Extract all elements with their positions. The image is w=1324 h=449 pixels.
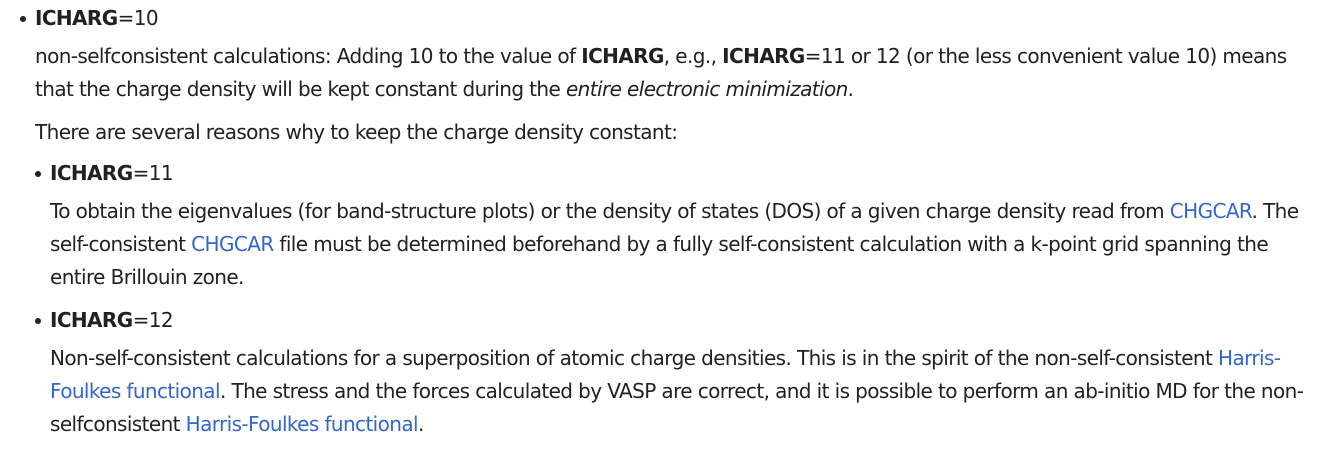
- reasons-list: ICHARG=11 To obtain the eigenvalues (for…: [35, 157, 1310, 441]
- outer-list: ICHARG=10 non-selfconsistent calculation…: [20, 2, 1310, 441]
- param-value: =12: [132, 308, 174, 332]
- param-ref: ICHARG: [581, 44, 664, 68]
- param-name: ICHARG: [50, 308, 133, 332]
- param-value: =10: [117, 6, 159, 30]
- description-icharg-10: non-selfconsistent calculations: Adding …: [35, 40, 1310, 106]
- param-name: ICHARG: [35, 6, 118, 30]
- harris-foulkes-link[interactable]: Harris-Foulkes functional: [186, 412, 419, 436]
- desc-text: , e.g.,: [663, 44, 723, 68]
- param-ref: ICHARG: [722, 44, 805, 68]
- term-icharg-10: ICHARG=10: [35, 2, 1310, 35]
- chgcar-link[interactable]: CHGCAR: [1170, 199, 1252, 223]
- desc-text: Non-self-consistent calculations for a s…: [50, 346, 1218, 370]
- desc-text: non-selfconsistent calculations: Adding …: [35, 44, 582, 68]
- desc-text: To obtain the eigenvalues (for band-stru…: [50, 199, 1170, 223]
- emphasis-text: entire electronic minimization: [565, 77, 848, 101]
- desc-text: .: [847, 77, 854, 101]
- description-icharg-11: To obtain the eigenvalues (for band-stru…: [50, 195, 1310, 294]
- param-value: =11: [132, 161, 174, 185]
- param-name: ICHARG: [50, 161, 133, 185]
- list-item-icharg-10: ICHARG=10 non-selfconsistent calculation…: [20, 2, 1310, 441]
- reasons-intro: There are several reasons why to keep th…: [35, 120, 678, 144]
- desc-text: .: [417, 412, 424, 436]
- list-item-icharg-11: ICHARG=11 To obtain the eigenvalues (for…: [35, 157, 1310, 294]
- term-icharg-11: ICHARG=11: [50, 157, 1310, 190]
- list-item-icharg-12: ICHARG=12 Non-self-consistent calculatio…: [35, 304, 1310, 441]
- description-icharg-12: Non-self-consistent calculations for a s…: [50, 342, 1310, 441]
- chgcar-link[interactable]: CHGCAR: [191, 232, 274, 256]
- term-icharg-12: ICHARG=12: [50, 304, 1310, 337]
- document-content: ICHARG=10 non-selfconsistent calculation…: [0, 0, 1310, 441]
